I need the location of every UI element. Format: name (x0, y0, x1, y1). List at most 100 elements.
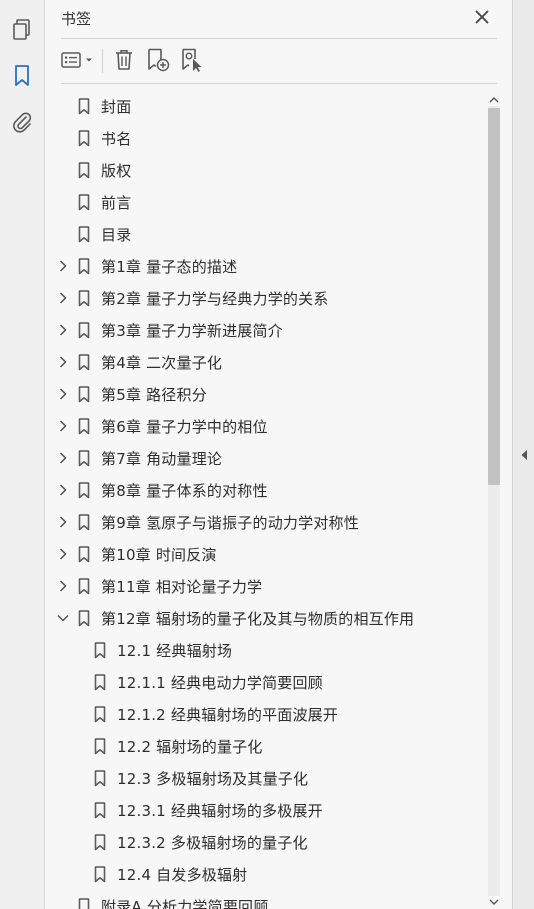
scroll-down-button[interactable] (488, 894, 500, 906)
bookmarks-panel-button[interactable] (8, 64, 36, 92)
bookmark-item[interactable]: 12.3 多极辐射场及其量子化 (45, 762, 485, 794)
bookmark-item[interactable]: 12.1.2 经典辐射场的平面波展开 (45, 698, 485, 730)
bookmark-label: 第1章 量子态的描述 (101, 258, 238, 276)
chevron-right-icon[interactable] (56, 386, 70, 402)
chevron-right-icon[interactable] (56, 546, 70, 562)
bookmark-item[interactable]: 第3章 量子力学新进展简介 (45, 314, 485, 346)
toolbar-divider (61, 83, 497, 84)
bookmark-item[interactable]: 12.1.1 经典电动力学简要回顾 (45, 666, 485, 698)
bookmark-label: 附录A 分析力学简要回顾 (101, 898, 269, 909)
bookmark-item[interactable]: 第5章 路径积分 (45, 378, 485, 410)
bookmark-icon (77, 417, 91, 435)
bookmark-label: 第3章 量子力学新进展简介 (101, 322, 283, 340)
bookmark-item[interactable]: 12.3.1 经典辐射场的多极展开 (45, 794, 485, 826)
bookmark-item[interactable]: 第8章 量子体系的对称性 (45, 474, 485, 506)
bookmark-label: 12.1.2 经典辐射场的平面波展开 (117, 706, 339, 724)
bookmark-label: 第4章 二次量子化 (101, 354, 223, 372)
bookmark-label: 12.1 经典辐射场 (117, 642, 233, 660)
bookmark-item[interactable]: 版权 (45, 154, 485, 186)
bookmark-icon (93, 673, 107, 691)
bookmark-item[interactable]: 第10章 时间反演 (45, 538, 485, 570)
new-bookmark-button[interactable] (144, 48, 172, 76)
bookmark-item[interactable]: 12.4 自发多极辐射 (45, 858, 485, 890)
bookmark-label: 第6章 量子力学中的相位 (101, 418, 268, 436)
bookmark-item[interactable]: 12.2 辐射场的量子化 (45, 730, 485, 762)
delete-bookmark-button[interactable] (111, 48, 137, 76)
bookmark-item[interactable]: 第12章 辐射场的量子化及其与物质的相互作用 (45, 602, 485, 634)
collapse-panel-button[interactable] (516, 446, 532, 464)
bookmark-label: 第7章 角动量理论 (101, 450, 223, 468)
bookmark-icon (77, 481, 91, 499)
chevron-left-icon (520, 446, 528, 465)
bookmark-label: 12.4 自发多极辐射 (117, 866, 248, 884)
bookmark-icon (93, 865, 107, 883)
bookmark-icon (77, 289, 91, 307)
panel-header: 书签 (45, 0, 512, 38)
bookmark-item[interactable]: 第7章 角动量理论 (45, 442, 485, 474)
bookmark-item[interactable]: 前言 (45, 186, 485, 218)
bookmark-item[interactable]: 封面 (45, 90, 485, 122)
bookmarks-panel: 书签 封面 书名 版权 前言 目录 第1章 量子态的描述 第2章 量子力学与经典… (45, 0, 512, 909)
bookmark-icon (77, 161, 91, 179)
delete-icon (113, 48, 135, 76)
options-menu-button[interactable] (59, 48, 97, 76)
header-divider (61, 38, 497, 39)
chevron-down-icon[interactable] (56, 610, 70, 626)
bookmark-label: 前言 (101, 194, 132, 212)
bookmark-label: 12.3.2 多极辐射场的量子化 (117, 834, 308, 852)
chevron-right-icon[interactable] (56, 482, 70, 498)
scrollbar-thumb[interactable] (488, 108, 500, 485)
pages-panel-button[interactable] (8, 18, 36, 46)
bookmark-icon (77, 385, 91, 403)
chevron-right-icon[interactable] (56, 354, 70, 370)
bookmark-label: 第11章 相对论量子力学 (101, 578, 263, 596)
bookmark-icon (77, 97, 91, 115)
bookmark-label: 第9章 氢原子与谐振子的动力学对称性 (101, 514, 359, 532)
bookmark-icon (77, 193, 91, 211)
close-icon (475, 9, 489, 28)
bookmark-item[interactable]: 12.1 经典辐射场 (45, 634, 485, 666)
bookmark-icon (13, 64, 31, 92)
chevron-right-icon[interactable] (56, 514, 70, 530)
bookmark-item[interactable]: 附录A 分析力学简要回顾 (45, 890, 485, 909)
toolbar-separator (102, 49, 103, 73)
bookmark-label: 第10章 时间反演 (101, 546, 217, 564)
bookmark-icon (77, 321, 91, 339)
bookmark-label: 第2章 量子力学与经典力学的关系 (101, 290, 329, 308)
attachments-panel-button[interactable] (8, 110, 36, 138)
scroll-up-button[interactable] (488, 92, 500, 104)
chevron-right-icon[interactable] (56, 322, 70, 338)
bookmark-item[interactable]: 第6章 量子力学中的相位 (45, 410, 485, 442)
bookmark-item[interactable]: 第4章 二次量子化 (45, 346, 485, 378)
bookmark-item[interactable]: 第2章 量子力学与经典力学的关系 (45, 282, 485, 314)
bookmark-label: 第8章 量子体系的对称性 (101, 482, 268, 500)
chevron-right-icon[interactable] (56, 450, 70, 466)
bookmarks-window: 书签 封面 书名 版权 前言 目录 第1章 量子态的描述 第2章 量子力学与经典… (0, 0, 534, 909)
bookmark-item[interactable]: 12.3.2 多极辐射场的量子化 (45, 826, 485, 858)
bookmark-item[interactable]: 第9章 氢原子与谐振子的动力学对称性 (45, 506, 485, 538)
bookmark-item[interactable]: 目录 (45, 218, 485, 250)
chevron-right-icon[interactable] (56, 258, 70, 274)
bookmark-label: 第12章 辐射场的量子化及其与物质的相互作用 (101, 610, 415, 628)
bookmark-icon (93, 737, 107, 755)
bookmark-icon (93, 769, 107, 787)
chevron-right-icon[interactable] (56, 578, 70, 594)
bookmark-icon (77, 353, 91, 371)
bookmark-icon (77, 449, 91, 467)
bookmark-item[interactable]: 第1章 量子态的描述 (45, 250, 485, 282)
bookmark-icon (77, 129, 91, 147)
new-bookmark-icon (145, 47, 171, 77)
bookmark-from-selection-button[interactable] (178, 48, 206, 76)
chevron-right-icon[interactable] (56, 290, 70, 306)
chevron-right-icon[interactable] (56, 418, 70, 434)
close-panel-button[interactable] (472, 8, 492, 28)
bookmark-label: 12.1.1 经典电动力学简要回顾 (117, 674, 323, 692)
vertical-scrollbar[interactable] (485, 90, 503, 909)
bookmark-icon (93, 833, 107, 851)
bookmark-item[interactable]: 第11章 相对论量子力学 (45, 570, 485, 602)
bookmark-item[interactable]: 书名 (45, 122, 485, 154)
bookmark-tree: 封面 书名 版权前言目录第1章 量子态的描述第2章 量子力学与经典力学的关系 第3章 … (45, 90, 485, 909)
chevron-down-icon (489, 891, 499, 909)
bookmark-icon (77, 897, 91, 909)
bookmark-label: 12.3 多极辐射场及其量子化 (117, 770, 309, 788)
